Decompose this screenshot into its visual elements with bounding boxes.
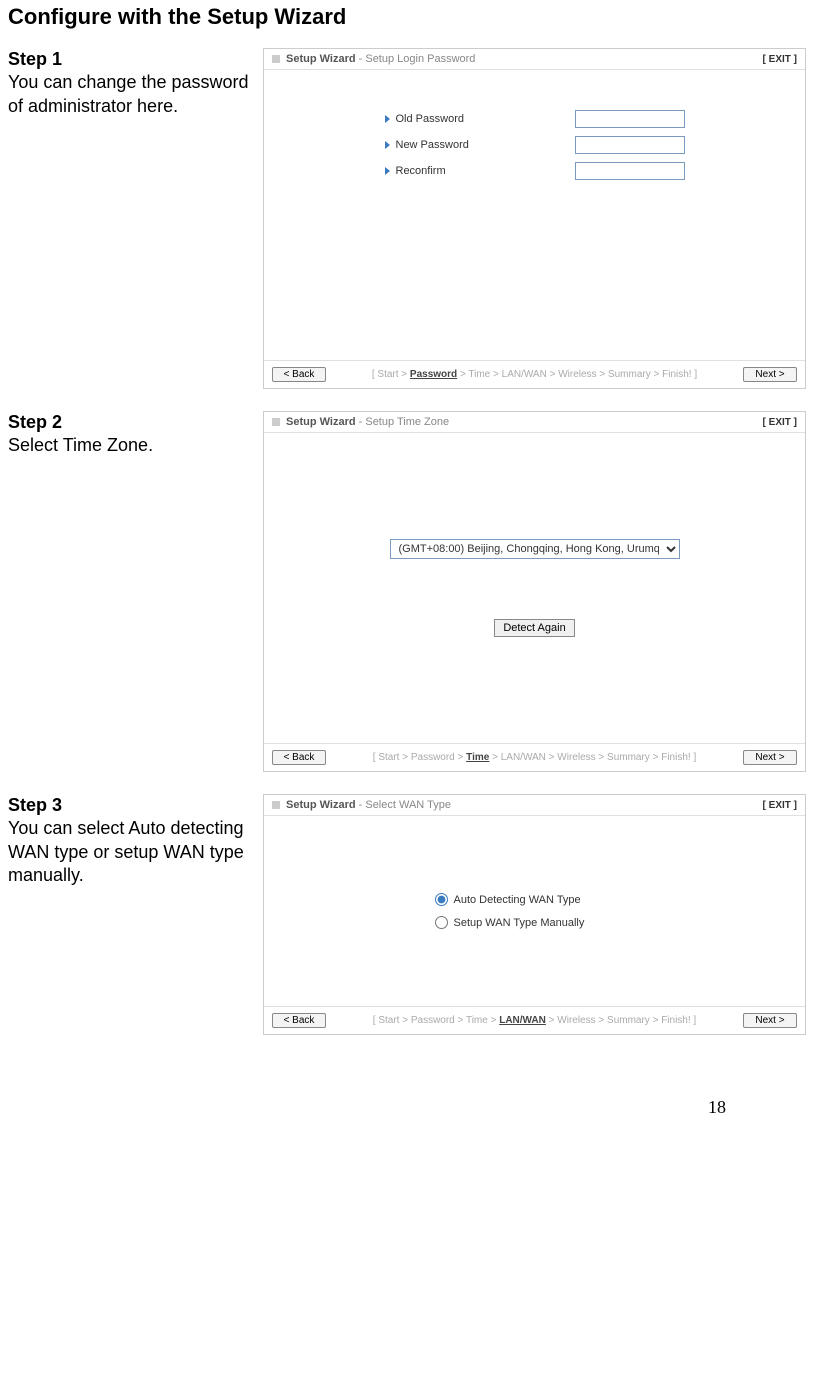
breadcrumb-prefix: [ Start > Password > Time > (373, 1015, 499, 1026)
step2-desc: Select Time Zone. (8, 434, 263, 457)
wizard-body: (GMT+08:00) Beijing, Chongqing, Hong Kon… (264, 433, 805, 743)
wizard-footer: < Back [ Start > Password > Time > LAN/W… (264, 360, 805, 388)
wan-form: Auto Detecting WAN Type Setup WAN Type M… (274, 826, 795, 996)
step3-label: Step 3 (8, 794, 263, 817)
step3-text: Step 3 You can select Auto detecting WAN… (8, 794, 263, 888)
wizard-title-main: Setup Wizard (286, 53, 356, 65)
step3-row: Step 3 You can select Auto detecting WAN… (8, 794, 806, 1035)
step2-text: Step 2 Select Time Zone. (8, 411, 263, 458)
wizard-header: Setup Wizard - Select WAN Type [ EXIT ] (264, 795, 805, 816)
exit-button[interactable]: [ EXIT ] (763, 54, 797, 65)
wan-manual-radio[interactable] (435, 916, 448, 929)
breadcrumb-prefix: [ Start > (372, 369, 410, 380)
square-icon (272, 801, 280, 809)
breadcrumb: [ Start > Password > Time > LAN/WAN > Wi… (373, 752, 696, 763)
breadcrumb-current: LAN/WAN (499, 1015, 546, 1026)
wizard-body: Old Password New Password Reconfirm (264, 70, 805, 360)
arrow-icon (385, 141, 390, 149)
breadcrumb-prefix: [ Start > Password > (373, 752, 466, 763)
exit-button[interactable]: [ EXIT ] (763, 800, 797, 811)
back-button[interactable]: < Back (272, 367, 326, 382)
wizard-header-left: Setup Wizard - Setup Time Zone (272, 416, 449, 428)
step1-desc: You can change the password of administr… (8, 71, 263, 118)
timezone-select[interactable]: (GMT+08:00) Beijing, Chongqing, Hong Kon… (390, 539, 680, 559)
step1-label: Step 1 (8, 48, 263, 71)
exit-button[interactable]: [ EXIT ] (763, 417, 797, 428)
new-password-input[interactable] (575, 136, 685, 154)
reconfirm-input[interactable] (575, 162, 685, 180)
wizard-title-main: Setup Wizard (286, 799, 356, 811)
wizard-header: Setup Wizard - Setup Login Password [ EX… (264, 49, 805, 70)
arrow-icon (385, 167, 390, 175)
wizard-body: Auto Detecting WAN Type Setup WAN Type M… (264, 816, 805, 1006)
wan-auto-row[interactable]: Auto Detecting WAN Type (435, 893, 635, 906)
wizard-title-sub: - Select WAN Type (356, 799, 451, 811)
back-button[interactable]: < Back (272, 1013, 326, 1028)
new-password-row: New Password (385, 136, 685, 154)
old-password-row: Old Password (385, 110, 685, 128)
back-button[interactable]: < Back (272, 750, 326, 765)
square-icon (272, 55, 280, 63)
password-form: Old Password New Password Reconfirm (274, 80, 795, 350)
reconfirm-row: Reconfirm (385, 162, 685, 180)
breadcrumb-suffix: > Wireless > Summary > Finish! ] (546, 1015, 696, 1026)
step3-desc: You can select Auto detecting WAN type o… (8, 817, 263, 887)
breadcrumb: [ Start > Password > Time > LAN/WAN > Wi… (372, 369, 697, 380)
wizard-header-left: Setup Wizard - Setup Login Password (272, 53, 475, 65)
old-password-label: Old Password (396, 113, 575, 125)
wizard-header: Setup Wizard - Setup Time Zone [ EXIT ] (264, 412, 805, 433)
wizard-title-sub: - Setup Time Zone (356, 416, 450, 428)
arrow-icon (385, 115, 390, 123)
wizard-footer: < Back [ Start > Password > Time > LAN/W… (264, 1006, 805, 1034)
square-icon (272, 418, 280, 426)
wizard-footer: < Back [ Start > Password > Time > LAN/W… (264, 743, 805, 771)
step1-text: Step 1 You can change the password of ad… (8, 48, 263, 118)
wizard-title-main: Setup Wizard (286, 416, 356, 428)
step1-wizard: Setup Wizard - Setup Login Password [ EX… (263, 48, 806, 389)
wan-manual-row[interactable]: Setup WAN Type Manually (435, 916, 635, 929)
breadcrumb-current: Password (410, 369, 457, 380)
breadcrumb-current: Time (466, 752, 489, 763)
step2-label: Step 2 (8, 411, 263, 434)
new-password-label: New Password (396, 139, 575, 151)
wan-auto-radio[interactable] (435, 893, 448, 906)
old-password-input[interactable] (575, 110, 685, 128)
timezone-form: (GMT+08:00) Beijing, Chongqing, Hong Kon… (274, 443, 795, 733)
detect-again-button[interactable]: Detect Again (494, 619, 574, 637)
page-title: Configure with the Setup Wizard (8, 4, 806, 30)
step2-row: Step 2 Select Time Zone. Setup Wizard - … (8, 411, 806, 772)
step3-wizard: Setup Wizard - Select WAN Type [ EXIT ] … (263, 794, 806, 1035)
breadcrumb-suffix: > LAN/WAN > Wireless > Summary > Finish!… (489, 752, 696, 763)
breadcrumb: [ Start > Password > Time > LAN/WAN > Wi… (373, 1015, 696, 1026)
next-button[interactable]: Next > (743, 367, 797, 382)
step1-row: Step 1 You can change the password of ad… (8, 48, 806, 389)
breadcrumb-suffix: > Time > LAN/WAN > Wireless > Summary > … (457, 369, 697, 380)
step2-wizard: Setup Wizard - Setup Time Zone [ EXIT ] … (263, 411, 806, 772)
next-button[interactable]: Next > (743, 750, 797, 765)
wan-manual-label: Setup WAN Type Manually (454, 917, 585, 929)
reconfirm-label: Reconfirm (396, 165, 575, 177)
page-number: 18 (8, 1057, 806, 1138)
wizard-header-left: Setup Wizard - Select WAN Type (272, 799, 451, 811)
wizard-title-sub: - Setup Login Password (356, 53, 476, 65)
wan-auto-label: Auto Detecting WAN Type (454, 894, 581, 906)
next-button[interactable]: Next > (743, 1013, 797, 1028)
